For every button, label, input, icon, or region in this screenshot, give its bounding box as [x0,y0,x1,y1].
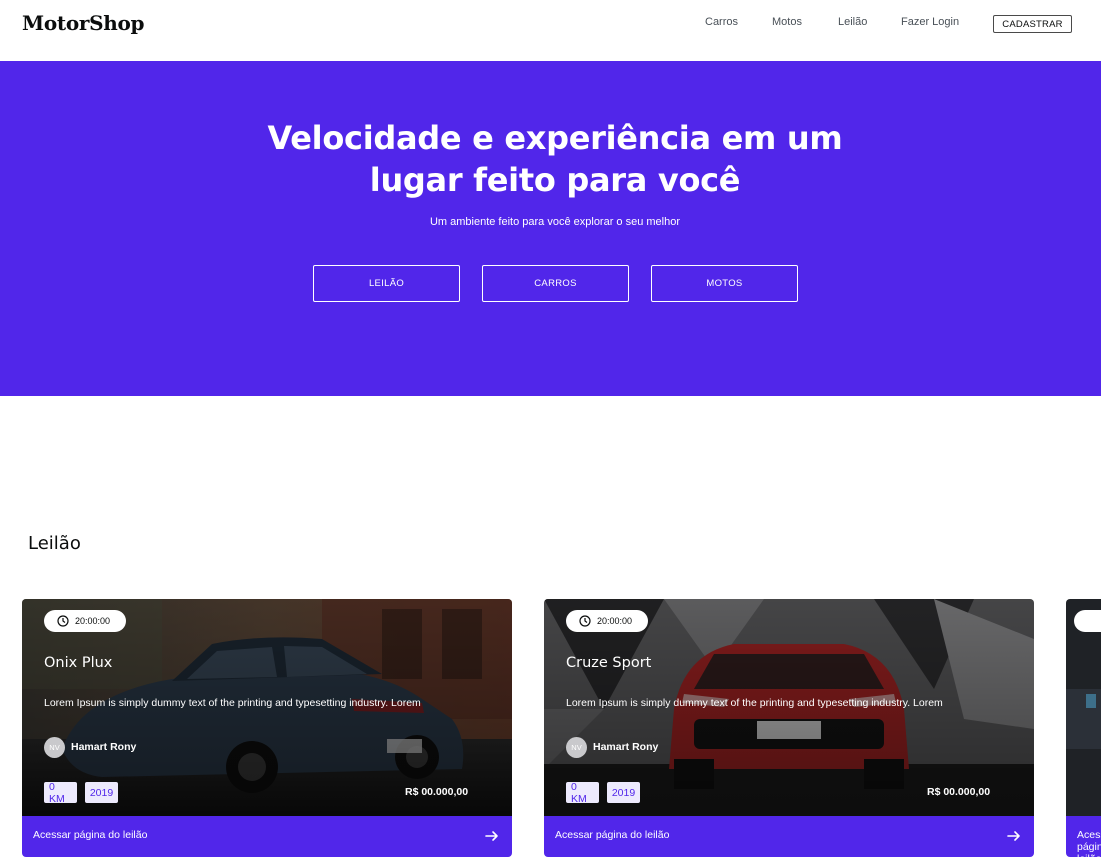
owner-name: Hamart Rony [71,741,137,753]
hero-carros-button[interactable]: CARROS [482,265,629,302]
timer-badge [1074,610,1101,632]
site-header: MotorShop Carros Motos Leilão Fazer Logi… [0,0,1101,61]
card-description: Lorem Ipsum is simply dummy text of the … [566,697,943,709]
cta-label: Acessar página do leilão [33,829,148,841]
clock-icon [579,615,591,627]
hero-subtitle: Um ambiente feito para você explorar o s… [429,216,681,228]
clock-icon [57,615,69,627]
card-title: Cruze Sport [566,655,652,671]
hero-leilao-button[interactable]: LEILÃO [313,265,460,302]
cta-label: Acessar página do leilão [555,829,670,841]
avatar: NV [566,737,587,758]
auction-page-link[interactable]: Acessar página do leilão [1066,816,1101,857]
nav-login[interactable]: Fazer Login [901,16,959,28]
logo[interactable]: MotorShop [22,11,145,35]
nav-carros[interactable]: Carros [705,16,738,28]
year-tag: 2019 [85,782,118,803]
card-description: Lorem Ipsum is simply dummy text of the … [44,697,421,709]
hero-title: Velocidade e experiência em um lugar fei… [0,117,1101,201]
year-tag: 2019 [607,782,640,803]
auction-card[interactable]: Acessar página do leilão [1066,599,1101,857]
hero-motos-button[interactable]: MOTOS [651,265,798,302]
hero-title-line-1: Velocidade e experiência em um [267,119,843,157]
card-title: Onix Plux [44,655,113,671]
auction-page-link[interactable]: Acessar página do leilão [22,816,512,857]
hero-banner: Velocidade e experiência em um lugar fei… [0,61,1101,396]
timer-badge: 20:00:00 [566,610,648,632]
hero-title-line-2: lugar feito para você [369,161,741,199]
arrow-right-icon [1007,831,1020,841]
nav-leilao[interactable]: Leilão [838,16,867,28]
price: R$ 00.000,00 [927,786,991,798]
auction-card[interactable]: 20:00:00 Cruze Sport Lorem Ipsum is simp… [544,599,1034,857]
arrow-right-icon [485,831,498,841]
auction-card[interactable]: 20:00:00 Onix Plux Lorem Ipsum is simply… [22,599,512,857]
timer-value: 20:00:00 [75,616,111,626]
timer-badge: 20:00:00 [44,610,126,632]
cta-label: Acessar página do leilão [1077,829,1101,857]
price: R$ 00.000,00 [405,786,469,798]
km-tag: 0 KM [566,781,599,805]
auction-section-title: Leilão [28,533,81,554]
nav-motos[interactable]: Motos [772,16,802,28]
signup-button[interactable]: CADASTRAR [993,15,1072,33]
auction-page-link[interactable]: Acessar página do leilão [544,816,1034,857]
owner-name: Hamart Rony [593,741,659,753]
km-tag: 0 KM [44,781,77,805]
timer-value: 20:00:00 [597,616,633,626]
avatar: NV [44,737,65,758]
